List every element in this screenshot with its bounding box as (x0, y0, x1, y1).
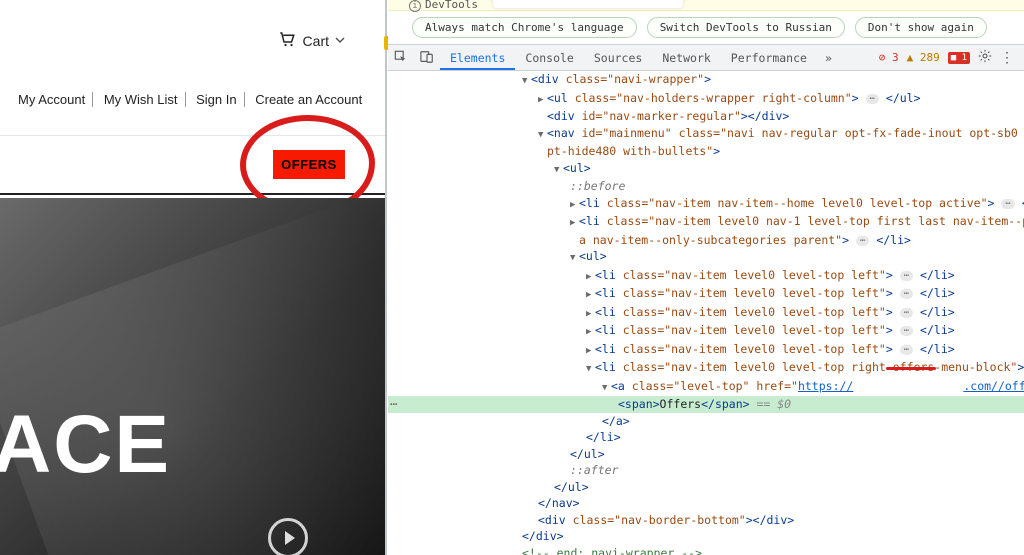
devtools-infobar (388, 0, 1024, 11)
cart-icon (277, 30, 297, 51)
wishlist-link[interactable]: My Wish List (97, 92, 186, 107)
chevron-down-icon (335, 34, 345, 48)
play-button[interactable] (268, 518, 308, 555)
tab-console[interactable]: Console (515, 45, 583, 70)
language-pill-row: Always match Chrome's language Switch De… (412, 17, 987, 38)
ellipsis-icon[interactable]: ⋯ (390, 396, 397, 413)
devtools-floating-tab[interactable]: × (493, 0, 683, 8)
kebab-icon[interactable]: ⋮ (1000, 50, 1014, 66)
devtools-badges: ⊘ 3 ▲ 289 ■ 1 ⋮ (879, 49, 1024, 66)
more-tabs-icon[interactable]: » (817, 45, 840, 71)
hero-banner: ACE (0, 198, 385, 555)
pill-dont-show[interactable]: Don't show again (855, 17, 987, 38)
device-toggle-icon[interactable] (414, 48, 440, 67)
tab-network[interactable]: Network (652, 45, 720, 70)
gear-icon[interactable] (978, 49, 992, 66)
tab-performance[interactable]: Performance (721, 45, 817, 70)
devtools-toolbar: Elements Console Sources Network Perform… (388, 44, 1024, 71)
devtools-pane: iDevTools × Always match Chrome's langua… (388, 0, 1024, 555)
inspect-icon[interactable] (388, 48, 414, 67)
sign-in-link[interactable]: Sign In (189, 92, 244, 107)
tab-elements[interactable]: Elements (440, 45, 515, 70)
elements-dom-tree[interactable]: ▼<div class="navi-wrapper"> ▶<ul class="… (388, 71, 1024, 555)
account-links-row: My Account My Wish List Sign In Create a… (18, 92, 369, 107)
tab-sources[interactable]: Sources (584, 45, 652, 70)
create-account-link[interactable]: Create an Account (248, 92, 369, 107)
annotation-underline (886, 367, 936, 370)
error-badge[interactable]: ⊘ 3 (879, 51, 899, 64)
close-icon[interactable]: × (669, 0, 677, 5)
offers-button[interactable]: OFFERS (273, 150, 345, 179)
my-account-link[interactable]: My Account (18, 92, 93, 107)
website-pane: Cart My Account My Wish List Sign In Cre… (0, 0, 385, 555)
hero-text: ACE (0, 398, 171, 492)
pill-switch-russian[interactable]: Switch DevTools to Russian (647, 17, 845, 38)
pill-match-language[interactable]: Always match Chrome's language (412, 17, 637, 38)
devtools-title: iDevTools (409, 0, 478, 12)
info-icon: i (409, 0, 421, 12)
cart-label: Cart (303, 33, 329, 49)
info-badge[interactable]: ■ 1 (948, 52, 970, 64)
devtools-tabs: Elements Console Sources Network Perform… (440, 45, 817, 70)
cart-link[interactable]: Cart (277, 30, 345, 51)
warning-badge[interactable]: ▲ 289 (907, 51, 940, 64)
pane-divider[interactable] (385, 0, 387, 555)
